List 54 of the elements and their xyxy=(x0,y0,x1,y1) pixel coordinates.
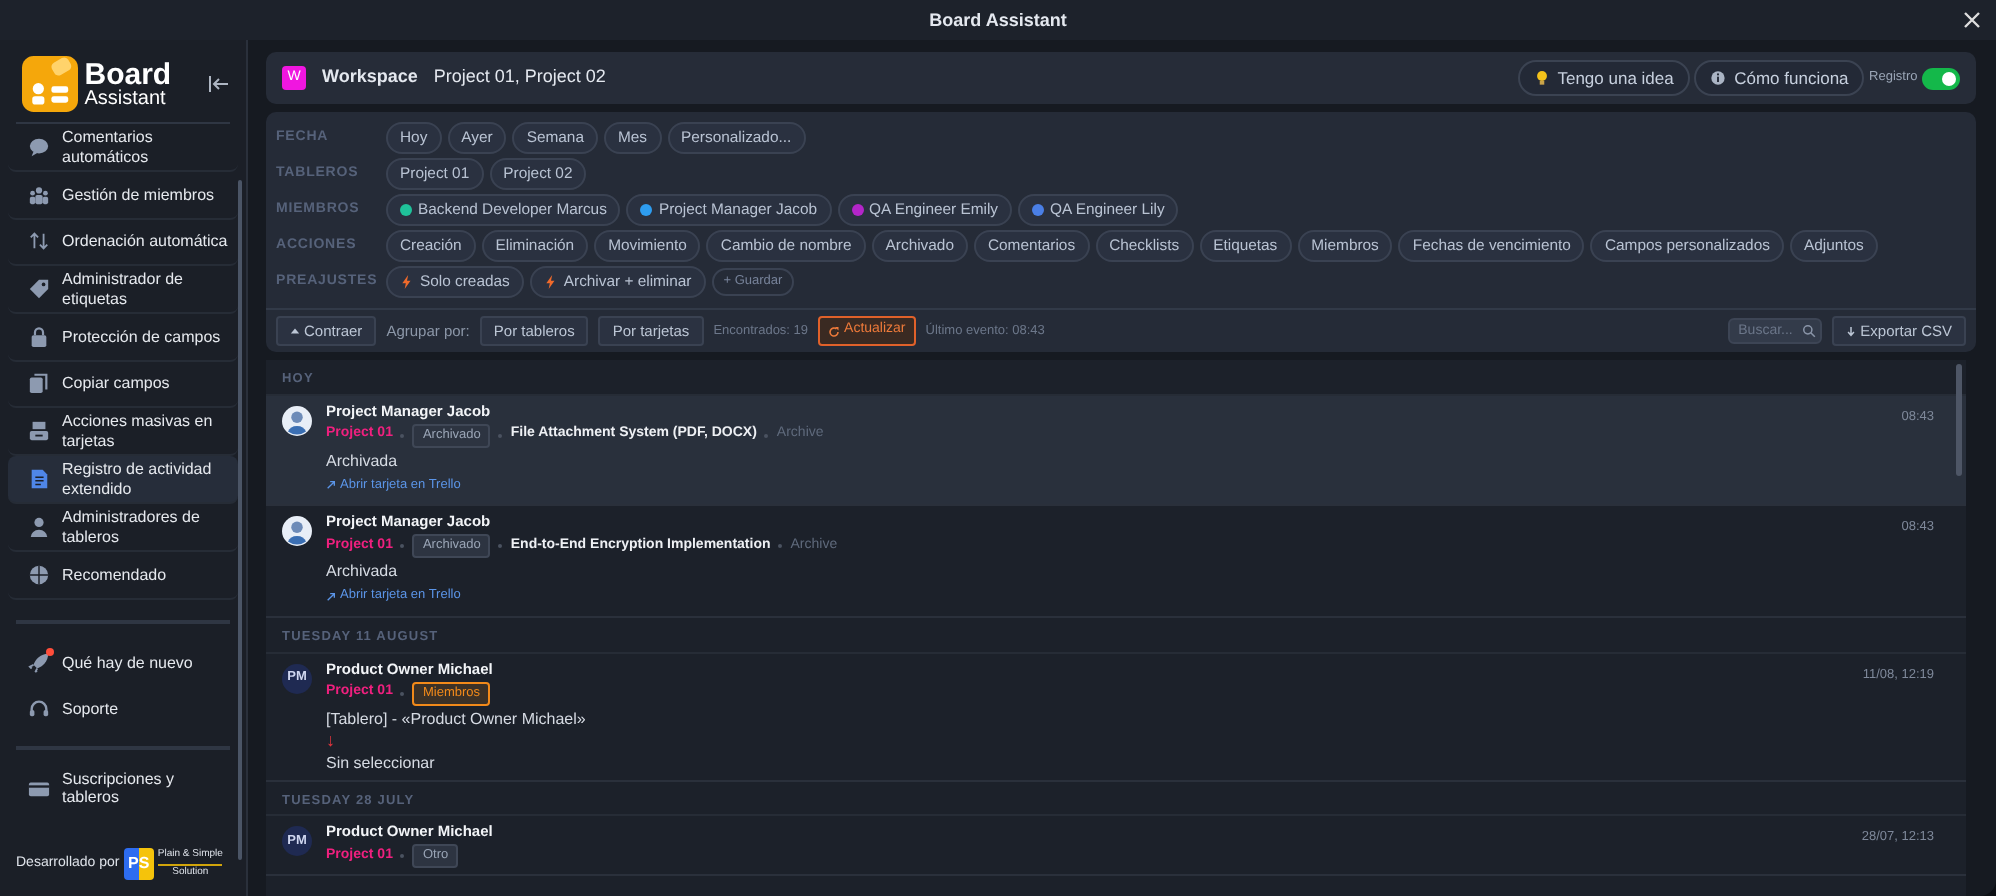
board-names: Project 01, Project 02 xyxy=(433,64,606,91)
logo-title: Board xyxy=(84,59,172,89)
separator-dot xyxy=(778,544,783,549)
sidebar-item[interactable]: Comentarios automáticos xyxy=(8,124,238,172)
scrollbar[interactable] xyxy=(238,180,242,860)
search-icon xyxy=(1802,324,1817,338)
user-avatar xyxy=(282,405,312,436)
event-description: Sin seleccionar xyxy=(326,753,437,773)
event-description: Archivada xyxy=(326,451,400,471)
padlock-icon xyxy=(28,325,50,348)
logo-subtitle: Assistant xyxy=(84,89,168,109)
external-link-icon xyxy=(326,479,336,490)
people-icon xyxy=(28,183,50,206)
separator-dot xyxy=(400,854,405,859)
sidebar-item[interactable]: Qué hay de nuevo xyxy=(8,639,238,686)
sidebar-item[interactable]: Soporte xyxy=(8,686,238,733)
person-icon xyxy=(28,516,50,538)
close-icon[interactable] xyxy=(1964,12,1980,28)
bolt-icon xyxy=(400,274,414,290)
caret-up-icon xyxy=(290,326,300,336)
header-button[interactable]: Tengo una idea xyxy=(1517,59,1690,97)
logo-icon xyxy=(20,56,80,112)
tray-icon xyxy=(28,420,50,442)
separator-dot xyxy=(400,691,405,696)
collapse-icon[interactable] xyxy=(206,72,230,96)
workspace-label: Workspace xyxy=(322,64,418,91)
user-avatar xyxy=(282,516,312,547)
download-icon xyxy=(1846,325,1857,337)
tag-icon xyxy=(28,278,50,300)
toggle-switch[interactable] xyxy=(1922,67,1960,89)
refresh-icon xyxy=(828,325,841,337)
globe-icon xyxy=(28,563,50,586)
down-arrow: ↓ xyxy=(326,729,337,749)
window-title: Board Assistant xyxy=(929,10,1067,30)
lightbulb-icon xyxy=(1533,70,1550,86)
separator-dot xyxy=(400,544,405,549)
copy-icon xyxy=(28,372,50,395)
headset-icon xyxy=(28,698,50,721)
event-description: Archivada xyxy=(326,562,400,583)
header-button[interactable]: Cómo funciona xyxy=(1694,59,1865,97)
event-description: [Tablero] - «Product Owner Michael» xyxy=(326,709,586,729)
sort-arrows-icon xyxy=(28,230,50,253)
scrollbar[interactable] xyxy=(1956,364,1962,476)
external-link-icon xyxy=(326,591,336,601)
credit-card-icon xyxy=(28,777,50,800)
separator-dot xyxy=(498,544,503,549)
document-icon xyxy=(28,468,50,490)
info-icon xyxy=(1710,70,1727,86)
sidebar-item[interactable]: Registro de actividad extendido xyxy=(8,456,238,504)
rocket-icon xyxy=(28,651,50,674)
bolt-icon xyxy=(543,274,558,290)
sidebar-item[interactable]: Suscripciones y tableros xyxy=(8,765,238,812)
company-logo-mark: PS xyxy=(124,848,154,880)
speech-bubble-icon xyxy=(28,136,50,158)
